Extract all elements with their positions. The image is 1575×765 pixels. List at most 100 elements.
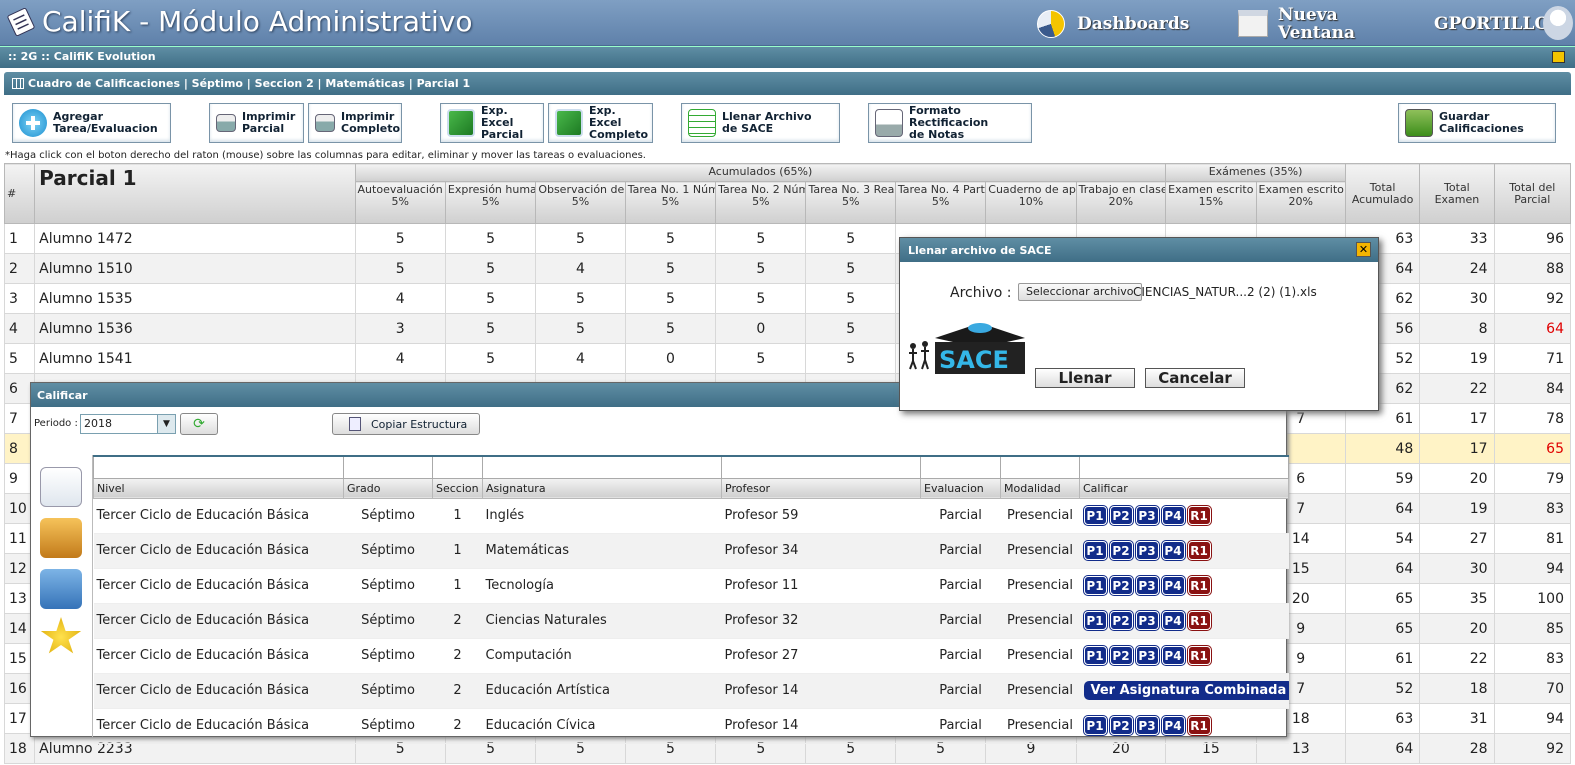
rectification-format-button[interactable]: Formato Rectificacion de Notas (868, 103, 1032, 143)
calificar-col-header[interactable]: Asignatura (482, 477, 722, 499)
calificar-col-header[interactable]: Grado (343, 477, 433, 499)
partial-button-p3[interactable]: P3 (1135, 541, 1159, 560)
partial-button-r1[interactable]: R1 (1187, 646, 1211, 665)
partial-button-p2[interactable]: P2 (1109, 716, 1133, 735)
partial-button-p1[interactable]: P1 (1083, 576, 1107, 595)
maximize-icon[interactable] (1552, 51, 1565, 63)
grade-cell[interactable]: 5 (444, 313, 537, 344)
export-excel-complete-button[interactable]: Exp. Excel Completo (548, 103, 653, 143)
periodo-select[interactable]: 2018 ▼ (80, 414, 176, 434)
star-icon[interactable] (40, 617, 82, 654)
partial-button-r1[interactable]: R1 (1187, 716, 1211, 735)
calificar-col-header[interactable]: Seccion (432, 477, 483, 499)
combined-subject-button[interactable]: Ver Asignatura Combinada (1083, 681, 1289, 700)
add-task-button[interactable]: Agregar Tarea/Evaluacion (12, 103, 171, 143)
grade-cell[interactable]: 4 (354, 343, 446, 374)
partial-button-p1[interactable]: P1 (1083, 646, 1107, 665)
partial-button-p1[interactable]: P1 (1083, 716, 1107, 735)
grade-cell[interactable]: 5 (715, 283, 807, 314)
col-header-9[interactable]: Examen escrito N 15% (1165, 181, 1257, 224)
list-item[interactable]: Tercer Ciclo de Educación Básica Séptimo 1… (93, 498, 1289, 534)
partial-button-p4[interactable]: P4 (1161, 576, 1185, 595)
col-header-1[interactable]: Expresión humar 5% (444, 181, 537, 224)
print-complete-button[interactable]: Imprimir Completo (308, 103, 402, 143)
grade-cell[interactable]: 5 (715, 343, 807, 374)
grade-cell[interactable]: 0 (715, 313, 807, 344)
partial-button-p4[interactable]: P4 (1161, 611, 1185, 630)
partial-button-p3[interactable]: P3 (1135, 716, 1159, 735)
grade-cell[interactable]: 5 (444, 343, 537, 374)
grade-cell[interactable]: 4 (535, 343, 626, 374)
col-header-6[interactable]: Tarea No. 4 Partí 5% (894, 181, 987, 224)
col-header-8[interactable]: Trabajo en clase 20% (1075, 181, 1167, 224)
partial-button-p2[interactable]: P2 (1109, 611, 1133, 630)
calificar-col-header[interactable]: Modalidad (1000, 477, 1080, 499)
grade-cell[interactable]: 5 (444, 253, 537, 284)
user-card-icon[interactable] (40, 569, 82, 609)
grade-cell[interactable]: 5 (805, 343, 896, 374)
grade-cell[interactable]: 5 (624, 253, 717, 284)
clipboard-icon[interactable] (40, 518, 82, 558)
partial-button-p4[interactable]: P4 (1161, 506, 1185, 525)
grade-cell[interactable]: 0 (624, 343, 717, 374)
list-item[interactable]: Tercer Ciclo de Educación Básica Séptimo 1… (93, 533, 1289, 569)
chevron-down-icon[interactable]: ▼ (157, 415, 175, 433)
refresh-button[interactable]: ⟳ (180, 413, 218, 435)
grade-cell[interactable]: 5 (444, 283, 537, 314)
partial-button-p4[interactable]: P4 (1161, 541, 1185, 560)
col-header-3[interactable]: Tarea No. 1 Núm 5% (624, 181, 717, 224)
list-item[interactable]: Tercer Ciclo de Educación Básica Séptimo 2… (93, 638, 1289, 674)
grade-cell[interactable]: 5 (715, 223, 807, 254)
partial-button-r1[interactable]: R1 (1187, 541, 1211, 560)
calificar-col-header[interactable]: Calificar (1079, 477, 1289, 499)
col-header-2[interactable]: Observación de l 5% (535, 181, 626, 224)
cancel-button[interactable]: Cancelar (1145, 368, 1245, 388)
partial-button-p3[interactable]: P3 (1135, 611, 1159, 630)
grade-cell[interactable]: 5 (354, 223, 446, 254)
export-excel-partial-button[interactable]: Exp. Excel Parcial (440, 103, 544, 143)
grade-cell[interactable]: 5 (715, 253, 807, 284)
partial-button-r1[interactable]: R1 (1187, 576, 1211, 595)
grade-cell[interactable]: 5 (624, 283, 717, 314)
notepad-icon[interactable] (40, 467, 82, 507)
partial-button-p3[interactable]: P3 (1135, 646, 1159, 665)
grade-cell[interactable]: 4 (354, 283, 446, 314)
col-header-7[interactable]: Cuaderno de apu 10% (985, 181, 1077, 224)
dashboard-icon[interactable] (1037, 10, 1065, 38)
close-icon[interactable]: ✕ (1356, 242, 1371, 257)
list-item[interactable]: Tercer Ciclo de Educación Básica Séptimo 1… (93, 568, 1289, 604)
fill-sace-button[interactable]: Llenar Archivo de SACE (681, 103, 840, 143)
col-header-4[interactable]: Tarea No. 2 Núm 5% (715, 181, 807, 224)
calificar-col-header[interactable]: Nivel (93, 477, 344, 499)
grade-cell[interactable]: 3 (354, 313, 446, 344)
partial-button-p4[interactable]: P4 (1161, 646, 1185, 665)
print-partial-button[interactable]: Imprimir Parcial (209, 103, 304, 143)
partial-button-p3[interactable]: P3 (1135, 576, 1159, 595)
partial-button-p2[interactable]: P2 (1109, 541, 1133, 560)
partial-button-p1[interactable]: P1 (1083, 541, 1107, 560)
partial-button-r1[interactable]: R1 (1187, 611, 1211, 630)
partial-button-p2[interactable]: P2 (1109, 506, 1133, 525)
partial-button-p2[interactable]: P2 (1109, 576, 1133, 595)
list-item[interactable]: Tercer Ciclo de Educación Básica Séptimo 2… (93, 603, 1289, 639)
partial-button-p1[interactable]: P1 (1083, 506, 1107, 525)
calificar-col-header[interactable]: Evaluacion (920, 477, 1001, 499)
grade-cell[interactable]: 5 (805, 313, 896, 344)
grade-cell[interactable]: 5 (444, 223, 537, 254)
partial-button-p4[interactable]: P4 (1161, 716, 1185, 735)
list-item[interactable]: Tercer Ciclo de Educación Básica Séptimo 2… (93, 673, 1289, 709)
col-header-5[interactable]: Tarea No. 3 Reali 5% (805, 181, 896, 224)
grade-cell[interactable]: 5 (535, 223, 626, 254)
grade-cell[interactable]: 5 (805, 223, 896, 254)
save-grades-button[interactable]: Guardar Calificaciones (1398, 103, 1556, 143)
user-avatar-icon[interactable] (1543, 6, 1573, 40)
grade-cell[interactable]: 4 (535, 253, 626, 284)
grade-cell[interactable]: 5 (354, 253, 446, 284)
col-header-0[interactable]: Autoevaluación d 5% (354, 181, 446, 224)
select-file-button[interactable]: Seleccionar archivo (1018, 283, 1142, 301)
grade-cell[interactable]: 5 (805, 283, 896, 314)
col-header-10[interactable]: Examen escrito N20% (1255, 181, 1346, 224)
copy-structure-button[interactable]: Copiar Estructura (332, 413, 480, 435)
grade-cell[interactable]: 5 (535, 283, 626, 314)
partial-button-r1[interactable]: R1 (1187, 506, 1211, 525)
